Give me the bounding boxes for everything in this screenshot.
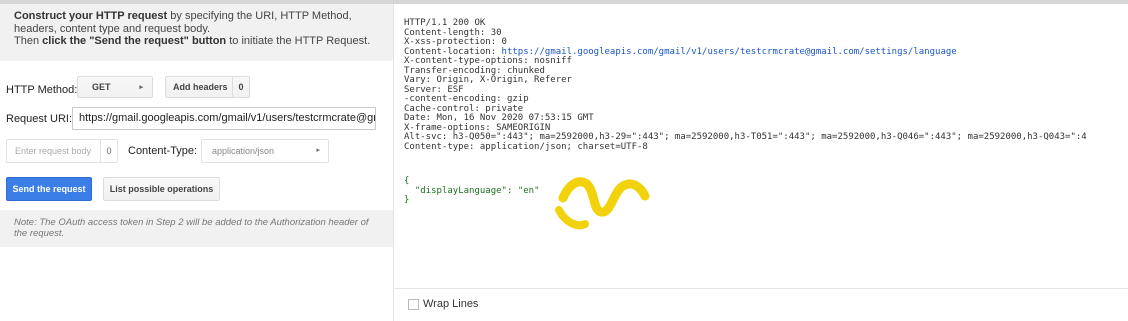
response-line: Content-type: application/json; charset=…	[404, 141, 648, 152]
chevron-right-icon: ▸	[316, 147, 320, 154]
wrap-lines-bar: Wrap Lines	[394, 288, 1128, 321]
panel-divider[interactable]	[393, 4, 394, 321]
response-line: Vary: Origin, X-Origin, Referer	[404, 75, 572, 85]
intro-text: Construct your HTTP request by specifyin…	[0, 4, 393, 61]
oauth-note: Note: The OAuth access token in Step 2 w…	[0, 210, 393, 247]
redaction-scribble	[555, 177, 650, 230]
intro-text-2: Then	[14, 35, 43, 47]
request-uri-label: Request URI:	[6, 113, 73, 125]
response-line: HTTP/1.1 200 OK	[404, 18, 486, 28]
request-body-input[interactable]: Enter request body 0	[6, 139, 118, 163]
http-method-dropdown[interactable]: GET ▸	[77, 76, 153, 98]
wrap-lines-checkbox[interactable]	[408, 299, 419, 310]
http-method-value: GET	[92, 82, 111, 92]
request-body-count: 0	[100, 140, 117, 162]
json-key: "displayLanguage"	[414, 185, 507, 196]
response-headers: HTTP/1.1 200 OK Content-length: 30 X-xss-p…	[404, 18, 1087, 152]
intro-bold-2: click the "Send the request" button	[42, 35, 227, 47]
add-headers-label: Add headers	[173, 82, 228, 92]
headers-count-badge: 0	[232, 77, 249, 97]
intro-text-3: to initiate the HTTP Request.	[226, 35, 371, 47]
wrap-lines-label[interactable]: Wrap Lines	[423, 298, 478, 310]
request-body-placeholder: Enter request body	[15, 146, 92, 156]
content-type-label: Content-Type:	[128, 145, 198, 157]
send-request-button[interactable]: Send the request	[6, 177, 92, 201]
response-body-json: { "displayLanguage": "en"}	[404, 176, 540, 206]
json-close-brace: }	[404, 195, 410, 205]
json-entry: "displayLanguage": "en"	[404, 185, 540, 197]
json-separator: :	[506, 185, 518, 196]
content-location-key: Content-location:	[404, 46, 502, 57]
request-uri-input[interactable]: https://gmail.googleapis.com/gmail/v1/us…	[72, 107, 376, 130]
json-value: "en"	[517, 185, 540, 196]
http-method-label: HTTP Method:	[6, 84, 78, 96]
content-type-dropdown[interactable]: application/json ▸	[201, 139, 329, 163]
content-type-value: application/json	[212, 146, 275, 156]
list-operations-button[interactable]: List possible operations	[103, 177, 220, 201]
intro-bold-1: Construct your HTTP request	[14, 10, 168, 22]
chevron-right-icon: ▸	[139, 84, 143, 91]
add-headers-button[interactable]: Add headers 0	[165, 76, 250, 98]
content-location-link[interactable]: https://gmail.googleapis.com/gmail/v1/us…	[502, 47, 957, 57]
